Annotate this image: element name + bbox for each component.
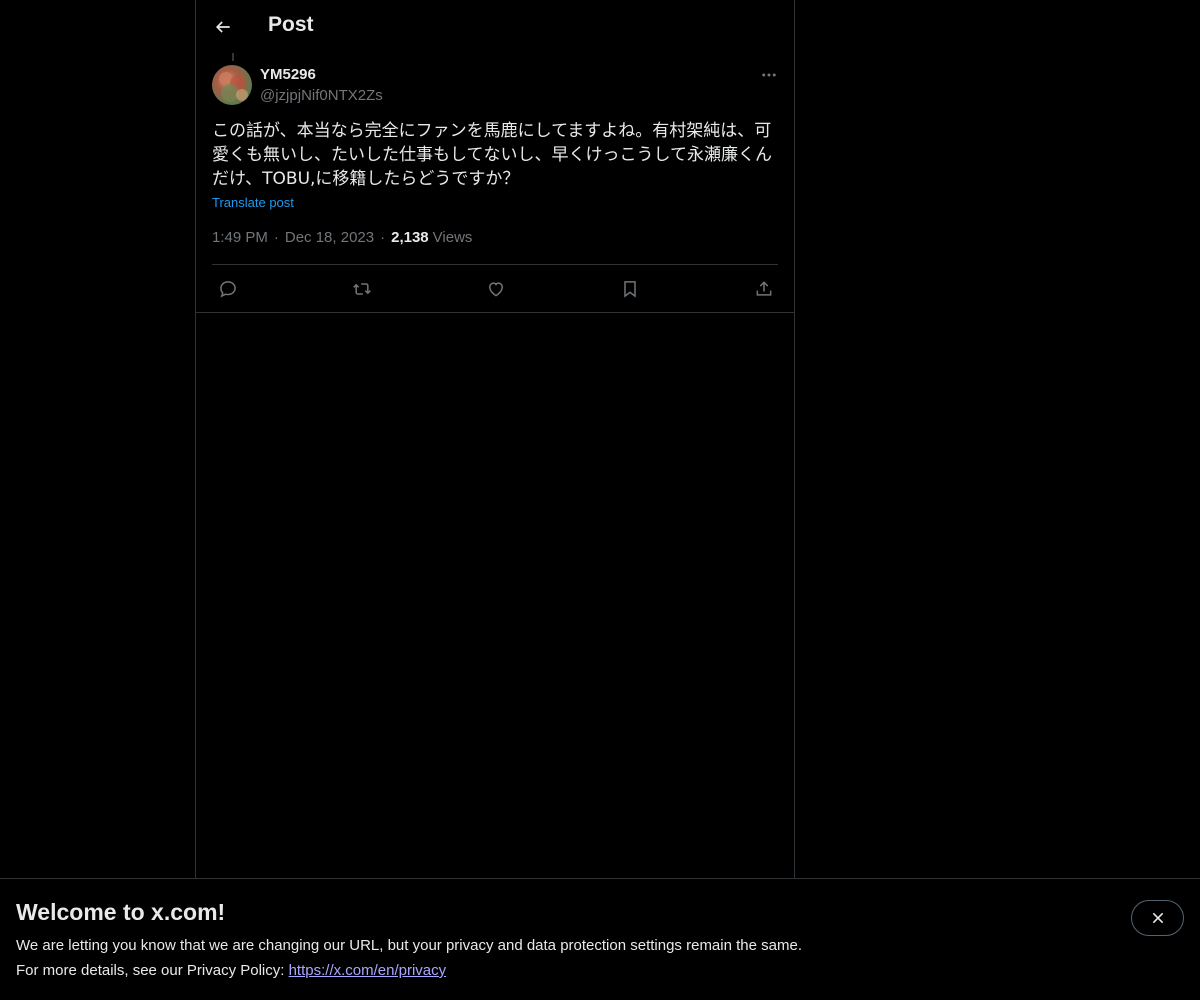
share-icon <box>756 281 772 296</box>
author-display-name[interactable]: YM5296 <box>260 66 316 83</box>
post-time[interactable]: 1:49 PM <box>212 229 268 246</box>
post-text: この話が、本当なら完全にファンを馬鹿にしてますよね。有村架純は、可愛くも無いし、… <box>212 121 772 189</box>
page-title: Post <box>268 13 314 36</box>
actions-divider <box>212 264 778 265</box>
more-horizontal-icon <box>762 73 776 77</box>
thread-line <box>232 53 234 61</box>
reply-button[interactable] <box>215 276 241 302</box>
bookmark-button[interactable] <box>617 276 643 302</box>
author-handle[interactable]: @jzjpjNif0NTX2Zs <box>260 87 383 104</box>
post-bottom-border <box>196 312 794 313</box>
arrow-left-icon <box>215 21 230 33</box>
meta-separator: · <box>273 229 279 246</box>
meta-separator: · <box>380 229 386 246</box>
views-label: Views <box>432 229 473 246</box>
back-button[interactable] <box>206 10 240 44</box>
more-options-button[interactable] <box>756 64 782 86</box>
banner-privacy-line: For more details, see our Privacy Policy… <box>16 962 446 979</box>
post-meta: 1:49 PM · Dec 18, 2023 · 2,138 Views <box>212 229 472 246</box>
share-button[interactable] <box>751 276 777 302</box>
banner-privacy-prefix: For more details, see our Privacy Policy… <box>16 962 289 979</box>
reply-icon <box>220 281 236 298</box>
primary-column: Post YM5296 @jzjpjNif0NTX2Zs この話が、本当なら完全… <box>195 0 795 1000</box>
close-icon <box>1152 912 1163 924</box>
bookmark-icon <box>624 281 636 298</box>
post-date[interactable]: Dec 18, 2023 <box>285 229 374 246</box>
like-button[interactable] <box>483 276 509 302</box>
repost-button[interactable] <box>349 276 375 302</box>
privacy-policy-link[interactable]: https://x.com/en/privacy <box>289 962 447 979</box>
url-change-banner: Welcome to x.com! We are letting you kno… <box>0 878 1200 1000</box>
translate-post-link[interactable]: Translate post <box>212 195 294 210</box>
repost-icon <box>353 283 371 295</box>
views-count: 2,138 <box>391 229 429 246</box>
avatar[interactable] <box>212 65 252 105</box>
close-banner-button[interactable] <box>1131 900 1184 936</box>
banner-message: We are letting you know that we are chan… <box>16 937 802 954</box>
banner-title: Welcome to x.com! <box>16 899 226 925</box>
post-header: Post <box>196 0 794 53</box>
avatar-image-icon <box>219 72 248 102</box>
heart-icon <box>488 282 504 297</box>
